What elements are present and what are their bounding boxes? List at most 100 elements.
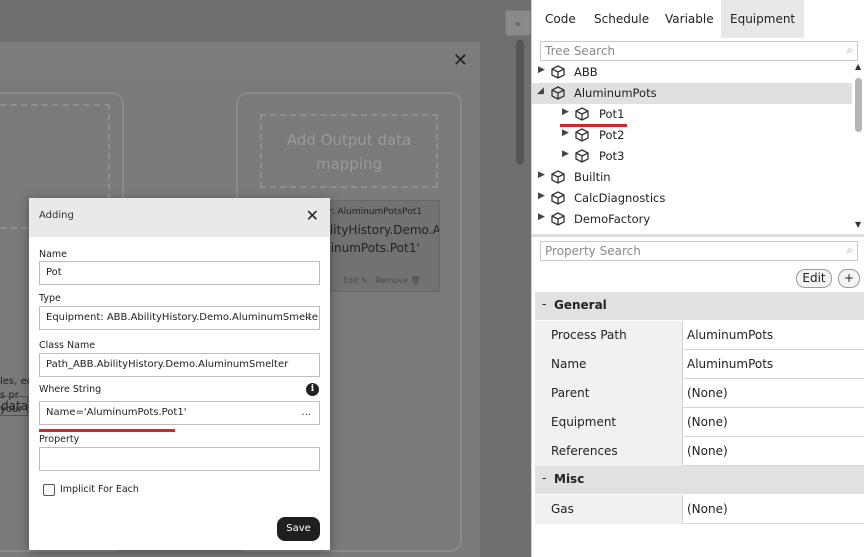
- tree-item-builtin[interactable]: ▶ Builtin: [532, 167, 852, 188]
- tree-item-label: Pot2: [599, 128, 625, 142]
- where-string-value: Name='AluminumPots.Pot1': [46, 407, 187, 418]
- background-text-line: les, ec: [0, 376, 33, 387]
- property-row[interactable]: References (None): [535, 437, 864, 466]
- cube-icon: [551, 170, 565, 184]
- expand-arrow-icon[interactable]: ▶: [562, 107, 569, 117]
- property-row[interactable]: Name AluminumPots: [535, 350, 864, 379]
- where-highlight-underline: [39, 429, 175, 432]
- background-panel-header: ✕: [0, 42, 480, 82]
- dialog-title: Adding: [39, 210, 74, 221]
- name-field[interactable]: Pot: [39, 261, 320, 285]
- mapping-remove-button[interactable]: Remove: [375, 276, 407, 285]
- background-mapping-card: ter: AluminumPotsPot1 bilityHistory.Demo…: [318, 200, 440, 292]
- property-key: Process Path: [535, 321, 683, 350]
- add-property-button[interactable]: +: [838, 269, 860, 288]
- group-name: Misc: [554, 472, 585, 486]
- type-label: Type: [39, 293, 61, 304]
- property-group-misc[interactable]: - Misc: [535, 466, 864, 494]
- dialog-close-icon[interactable]: ✕: [306, 206, 319, 225]
- tree-item-label: DemoFactory: [574, 212, 651, 226]
- property-value[interactable]: (None): [687, 386, 728, 400]
- type-select[interactable]: Equipment: ABB.AbilityHistory.Demo.Alumi…: [39, 306, 320, 330]
- property-value[interactable]: (None): [687, 415, 728, 429]
- tree-item-pot2[interactable]: ▶ Pot2: [532, 125, 852, 146]
- edit-properties-button[interactable]: Edit: [796, 269, 832, 288]
- cube-icon: [551, 65, 565, 79]
- class-name-field[interactable]: Path_ABB.AbilityHistory.Demo.AluminumSme…: [39, 353, 320, 377]
- property-field[interactable]: [39, 447, 320, 471]
- tree-item-demofactory[interactable]: ▶ DemoFactory: [532, 209, 852, 230]
- property-row[interactable]: Parent (None): [535, 379, 864, 408]
- property-group-general[interactable]: - General: [535, 292, 864, 320]
- left-scrollbar[interactable]: [516, 40, 524, 165]
- cube-icon: [575, 128, 589, 142]
- background-data-button[interactable]: data: [0, 396, 28, 416]
- save-button[interactable]: Save: [277, 517, 320, 541]
- property-row[interactable]: Equipment (None): [535, 408, 864, 437]
- type-select-value: Equipment: ABB.AbilityHistory.Demo.Alumi…: [46, 312, 320, 323]
- property-row[interactable]: Gas (None): [535, 495, 864, 524]
- tab-equipment[interactable]: Equipment: [721, 0, 805, 38]
- class-name-label: Class Name: [39, 340, 96, 351]
- tree-item-calcdiagnostics[interactable]: ▶ CalcDiagnostics: [532, 188, 852, 209]
- where-string-label: Where String: [39, 384, 102, 395]
- tree-scrollbar[interactable]: ▲ ▼: [853, 62, 864, 234]
- cube-icon: [575, 149, 589, 163]
- cube-icon: [551, 212, 565, 226]
- mapping-actions: Edit ✎ Remove 🗑: [343, 276, 421, 285]
- search-icon[interactable]: ⌕: [846, 243, 853, 258]
- tree-item-aluminumpots[interactable]: ◢ AluminumPots: [532, 83, 852, 104]
- tab-code[interactable]: Code: [536, 0, 585, 38]
- scroll-up-icon[interactable]: ▲: [855, 62, 861, 71]
- where-string-field[interactable]: Name='AluminumPots.Pot1' ...: [39, 401, 320, 425]
- tree-search-input[interactable]: Tree Search ⌕: [540, 41, 858, 61]
- tree-item-abb[interactable]: ▶ ABB: [532, 62, 852, 83]
- expand-arrow-icon[interactable]: ▶: [562, 128, 569, 138]
- expand-arrow-icon[interactable]: ▶: [538, 212, 545, 222]
- implicit-for-each-checkbox[interactable]: [43, 484, 55, 496]
- property-search-input[interactable]: Property Search ⌕: [540, 241, 858, 261]
- cube-icon: [551, 191, 565, 205]
- tree-scroll-thumb[interactable]: [855, 78, 862, 132]
- property-search-placeholder: Property Search: [545, 244, 641, 258]
- tab-schedule[interactable]: Schedule: [585, 0, 658, 38]
- collapse-group-icon[interactable]: -: [542, 471, 546, 485]
- where-more-button[interactable]: ...: [301, 407, 311, 418]
- cube-icon: [551, 86, 565, 100]
- tree-search-placeholder: Tree Search: [545, 44, 616, 58]
- scroll-down-icon[interactable]: ▼: [855, 220, 861, 229]
- property-key: Name: [535, 350, 683, 379]
- tree-item-pot1[interactable]: ▶ Pot1: [532, 104, 852, 125]
- property-key: References: [535, 437, 683, 466]
- panel-divider[interactable]: [532, 234, 864, 237]
- collapse-arrow-icon[interactable]: ◢: [537, 86, 544, 96]
- mapping-edit-button[interactable]: Edit: [343, 276, 359, 285]
- equipment-panel: Code Schedule Variable Equipment Tree Se…: [531, 0, 864, 557]
- tree-item-label: ABB: [574, 65, 598, 79]
- expand-arrow-icon[interactable]: ▶: [538, 65, 545, 75]
- property-value[interactable]: (None): [687, 502, 728, 516]
- collapse-group-icon[interactable]: -: [542, 297, 546, 311]
- mapping-line-3: minumPots.Pot1': [319, 241, 420, 255]
- property-key: Equipment: [535, 408, 683, 437]
- mapping-line-1: ter: AluminumPotsPot1: [319, 207, 423, 217]
- background-close-icon[interactable]: ✕: [453, 50, 468, 71]
- pot1-highlight-underline: [560, 124, 627, 127]
- tab-variable[interactable]: Variable: [656, 0, 723, 38]
- property-value[interactable]: AluminumPots: [687, 328, 773, 342]
- add-output-mapping-button[interactable]: Add Output data mapping: [260, 114, 438, 188]
- property-value[interactable]: (None): [687, 444, 728, 458]
- tree-item-label: Pot1: [599, 107, 625, 121]
- expand-arrow-icon[interactable]: ▶: [538, 191, 545, 201]
- expand-arrow-icon[interactable]: ▶: [538, 170, 545, 180]
- property-row[interactable]: Process Path AluminumPots: [535, 321, 864, 350]
- expand-arrow-icon[interactable]: ▶: [562, 149, 569, 159]
- info-icon[interactable]: i: [306, 383, 319, 396]
- collapse-panel-button[interactable]: «: [505, 10, 531, 36]
- property-value[interactable]: AluminumPots: [687, 357, 773, 371]
- search-icon[interactable]: ⌕: [846, 43, 853, 58]
- tree-item-label: Builtin: [574, 170, 611, 184]
- implicit-for-each-label: Implicit For Each: [60, 484, 139, 495]
- dialog-header: Adding ✕: [29, 198, 330, 237]
- tree-item-pot3[interactable]: ▶ Pot3: [532, 146, 852, 167]
